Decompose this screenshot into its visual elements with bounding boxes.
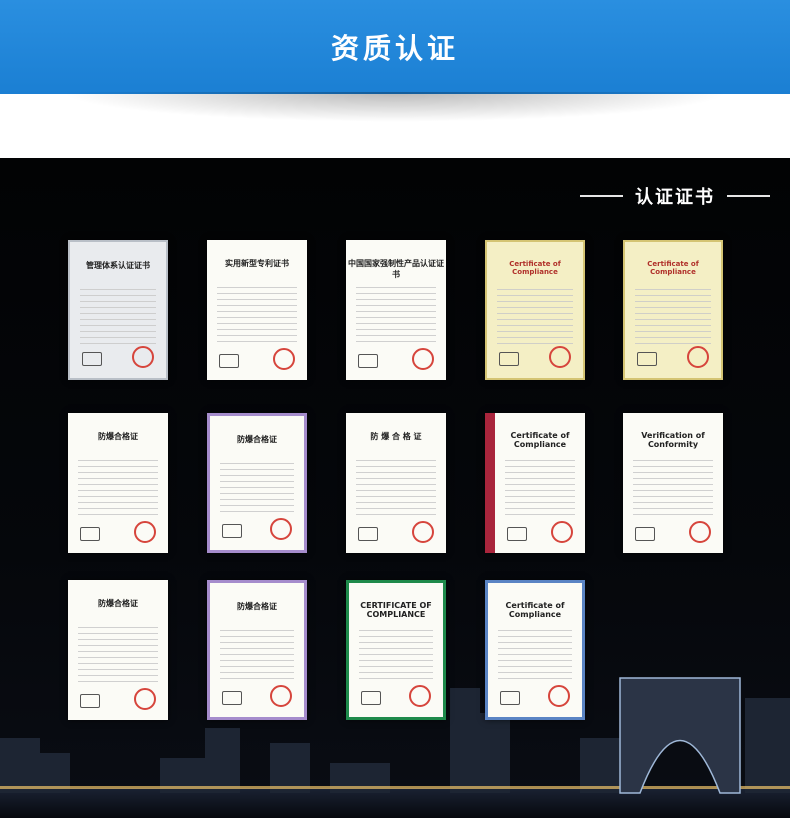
- seal-icon: [689, 521, 711, 543]
- seal-icon: [548, 685, 570, 707]
- certificate-title: 管理体系认证证书: [86, 261, 150, 270]
- certificate-thumbnail[interactable]: Certificate of Compliance: [485, 580, 585, 720]
- certificate-title: 实用新型专利证书: [225, 259, 289, 268]
- certificate-thumbnail[interactable]: 管理体系认证证书: [68, 240, 168, 380]
- seal-icon: [270, 685, 292, 707]
- seal-icon: [409, 685, 431, 707]
- certificate-section: 认证证书 管理体系认证证书 实用新型专利证书 中国国家强制性产品认证证书 Cer…: [0, 158, 790, 818]
- certificate-text-lines: [217, 282, 297, 346]
- certification-mark-icon: [222, 524, 242, 538]
- certificate-thumbnail[interactable]: Verification of Conformity: [623, 413, 723, 553]
- certificate-text-lines: [220, 458, 294, 516]
- certificate-title: 防爆合格证: [98, 432, 138, 441]
- certificate-title: 防爆合格证: [237, 435, 277, 444]
- seal-icon: [412, 348, 434, 370]
- certificate-title: 中国国家强制性产品认证证书: [348, 259, 444, 279]
- certificate-thumbnail[interactable]: 防爆合格证: [207, 413, 307, 553]
- certificate-thumbnail[interactable]: 防 爆 合 格 证: [346, 413, 446, 553]
- banner-title: 资质认证: [330, 32, 459, 65]
- certificate-text-lines: [78, 455, 158, 519]
- heading-line-left: [580, 195, 623, 197]
- seal-icon: [412, 521, 434, 543]
- seal-icon: [134, 688, 156, 710]
- certificate-title: CERTIFICATE OF COMPLIANCE: [360, 601, 432, 619]
- certificate-text-lines: [80, 284, 156, 344]
- certificate-text-lines: [497, 284, 573, 344]
- certificate-text-lines: [356, 455, 436, 519]
- certificate-text-lines: [359, 625, 433, 683]
- certificate-text-lines: [220, 625, 294, 683]
- certification-mark-icon: [635, 527, 655, 541]
- seal-icon: [273, 348, 295, 370]
- certification-mark-icon: [80, 527, 100, 541]
- certificate-title: Certificate of Compliance: [509, 260, 561, 276]
- certification-mark-icon: [358, 354, 378, 368]
- section-heading-text: 认证证书: [635, 187, 715, 208]
- certification-mark-icon: [507, 527, 527, 541]
- certificate-thumbnail[interactable]: Certificate of Compliance: [623, 240, 723, 380]
- certificate-title: Verification of Conformity: [641, 431, 705, 449]
- certificate-text-lines: [635, 284, 711, 344]
- certificate-title: 防爆合格证: [237, 602, 277, 611]
- certificate-thumbnail[interactable]: 防爆合格证: [207, 580, 307, 720]
- certificate-title: Certificate of Compliance: [510, 431, 570, 449]
- certification-mark-icon: [219, 354, 239, 368]
- certificate-thumbnail[interactable]: Certificate of Compliance: [485, 413, 585, 553]
- certification-mark-icon: [80, 694, 100, 708]
- seal-icon: [549, 346, 571, 368]
- certificate-title: Certificate of Compliance: [505, 601, 565, 619]
- certification-mark-icon: [499, 352, 519, 366]
- section-heading: 认证证书: [580, 184, 770, 208]
- certificate-thumbnail[interactable]: CERTIFICATE OF COMPLIANCE: [346, 580, 446, 720]
- certificate-title: 防爆合格证: [98, 599, 138, 608]
- certificate-thumbnail[interactable]: 防爆合格证: [68, 580, 168, 720]
- certification-mark-icon: [361, 691, 381, 705]
- seal-icon: [132, 346, 154, 368]
- certification-mark-icon: [222, 691, 242, 705]
- certificate-thumbnail[interactable]: Certificate of Compliance: [485, 240, 585, 380]
- certificate-thumbnail[interactable]: 实用新型专利证书: [207, 240, 307, 380]
- certificate-text-lines: [356, 282, 436, 346]
- certificate-text-lines: [498, 625, 572, 683]
- certificate-thumbnail[interactable]: 中国国家强制性产品认证证书: [346, 240, 446, 380]
- seal-icon: [270, 518, 292, 540]
- seal-icon: [551, 521, 573, 543]
- certificate-thumbnail[interactable]: 防爆合格证: [68, 413, 168, 553]
- seal-icon: [134, 521, 156, 543]
- certification-mark-icon: [358, 527, 378, 541]
- certificate-title: Certificate of Compliance: [647, 260, 699, 276]
- certificate-text-lines: [78, 622, 158, 686]
- heading-line-right: [727, 195, 770, 197]
- title-banner: 资质认证: [0, 0, 790, 94]
- certificate-title: 防 爆 合 格 证: [370, 432, 422, 441]
- certification-mark-icon: [500, 691, 520, 705]
- banner-shadow: [60, 92, 730, 122]
- certificate-text-lines: [633, 455, 713, 519]
- certification-mark-icon: [637, 352, 657, 366]
- certification-mark-icon: [82, 352, 102, 366]
- certificate-text-lines: [505, 455, 575, 519]
- seal-icon: [687, 346, 709, 368]
